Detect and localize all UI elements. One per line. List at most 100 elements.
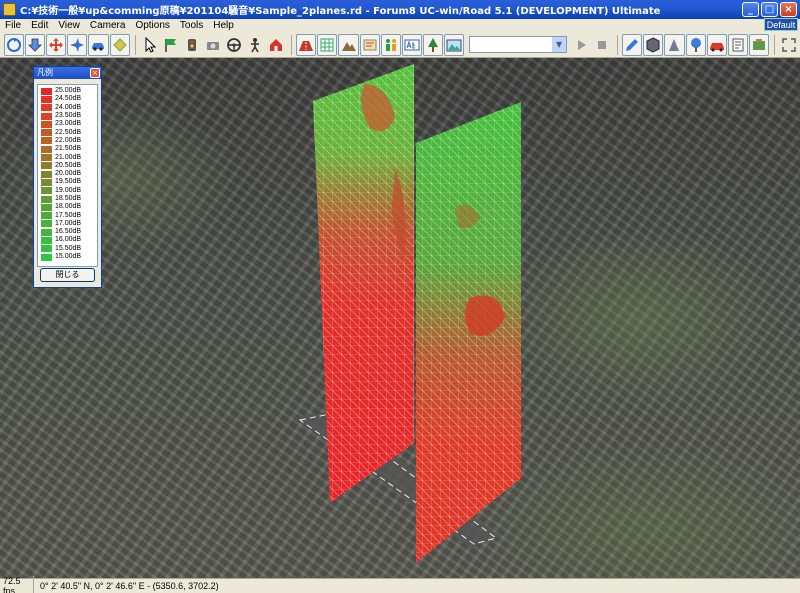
- menu-help[interactable]: Help: [208, 20, 239, 31]
- legend-row: 15.00dB: [41, 253, 97, 261]
- legend-row: 20.00dB: [41, 170, 97, 178]
- legend-row: 15.50dB: [41, 245, 97, 253]
- pan-button[interactable]: [46, 33, 67, 56]
- legend-label: 18.00dB: [55, 203, 82, 211]
- text-tool-button[interactable]: [401, 33, 422, 56]
- building-icon: [669, 38, 680, 51]
- chevron-down-icon[interactable]: ▼: [552, 37, 567, 52]
- legend-label: 21.00dB: [55, 153, 82, 161]
- view-shape-button[interactable]: [109, 33, 130, 56]
- menu-view[interactable]: View: [53, 20, 85, 31]
- menu-camera[interactable]: Camera: [85, 20, 131, 31]
- legend-swatch: [41, 212, 52, 220]
- pencil-icon: [626, 38, 639, 51]
- legend-label: 20.50dB: [55, 161, 82, 169]
- legend-row: 24.50dB: [41, 95, 97, 103]
- move-forward-button[interactable]: [25, 33, 46, 56]
- scenario-tool-button[interactable]: [359, 33, 380, 56]
- legend-label: 17.00dB: [55, 219, 82, 227]
- home-button[interactable]: [266, 34, 286, 56]
- plugin-icon: [752, 38, 765, 50]
- tree-tool-button[interactable]: [422, 33, 443, 56]
- close-button[interactable]: ×: [780, 2, 797, 17]
- legend-label: 23.00dB: [55, 120, 82, 128]
- legend-label: 24.00dB: [55, 103, 82, 111]
- menu-file[interactable]: File: [0, 20, 26, 31]
- app-icon[interactable]: [3, 3, 16, 16]
- plugin-tool-button[interactable]: [748, 33, 769, 56]
- legend-swatch: [41, 95, 52, 103]
- vehicle-icon: [709, 42, 724, 51]
- fly-mode-button[interactable]: [67, 33, 88, 56]
- maximize-button[interactable]: □: [761, 2, 778, 17]
- minimize-button[interactable]: _: [742, 2, 759, 17]
- legend-row: 21.00dB: [41, 153, 97, 162]
- legend-swatch: [41, 112, 52, 120]
- menu-tools[interactable]: Tools: [175, 20, 208, 31]
- legend-label: 21.50dB: [55, 145, 82, 153]
- menu-options[interactable]: Options: [130, 20, 174, 31]
- cube-view-button[interactable]: [643, 33, 664, 56]
- sign-icon: [690, 37, 701, 52]
- window-title: C:¥技術一般¥up&comming原稿¥201104騒音¥Sample_2pl…: [20, 6, 661, 17]
- road-icon: [299, 40, 314, 51]
- scene-canvas[interactable]: [0, 58, 800, 578]
- legend-label: 16.00dB: [55, 236, 82, 244]
- legend-close-icon[interactable]: ×: [90, 68, 100, 78]
- vehicle-tool-button[interactable]: [706, 33, 727, 56]
- legend-swatch: [41, 178, 52, 186]
- status-bar: 72.5 fps 0° 2' 40.5" N, 0° 2' 46.6" E - …: [0, 576, 800, 593]
- legend-swatch: [41, 129, 52, 137]
- legend-title-bar[interactable]: 凡例 ×: [34, 67, 101, 79]
- grid-tool-button[interactable]: [317, 33, 338, 56]
- legend-swatch: [41, 203, 52, 211]
- legend-close-button[interactable]: 閉じる: [40, 268, 95, 282]
- person-icon: [251, 37, 260, 52]
- toolbar-separator: [291, 34, 293, 55]
- sign-tool-button[interactable]: [685, 33, 706, 56]
- toolbar-separator: [773, 34, 775, 55]
- play-button[interactable]: [571, 34, 591, 56]
- people-tool-button[interactable]: [380, 33, 401, 56]
- image-icon: [446, 39, 462, 51]
- flag-icon: [164, 38, 176, 52]
- edit-tool-button[interactable]: [622, 33, 643, 56]
- 3d-viewport[interactable]: [0, 58, 800, 578]
- rotate-view-button[interactable]: [4, 33, 25, 56]
- signal-button[interactable]: [182, 34, 202, 56]
- signal-icon: [187, 38, 196, 51]
- stop-button[interactable]: [592, 34, 612, 56]
- camera-button[interactable]: [203, 34, 223, 56]
- document-tool-button[interactable]: [727, 33, 748, 56]
- steering-button[interactable]: [224, 34, 244, 56]
- fullscreen-icon: [782, 37, 796, 52]
- select-pointer-button[interactable]: [140, 34, 160, 56]
- shape-icon: [112, 37, 127, 52]
- toolbar-separator: [617, 34, 619, 55]
- legend-swatch: [41, 162, 52, 170]
- legend-swatch: [41, 170, 52, 178]
- car-drive-button[interactable]: [88, 33, 109, 56]
- terrain-tool-button[interactable]: [338, 33, 359, 56]
- cursor-icon: [145, 36, 156, 53]
- view-selector-dropdown[interactable]: ▼: [469, 36, 568, 53]
- legend-row: 18.50dB: [41, 195, 97, 203]
- stop-icon: [598, 40, 607, 49]
- legend-label: 16.50dB: [55, 228, 82, 236]
- legend-window[interactable]: 凡例 × 25.00dB 24.50dB 24.00dB 23.50dB 23.00dB…: [33, 66, 102, 288]
- default-layout-badge[interactable]: Default: [764, 18, 798, 31]
- legend-row: 20.50dB: [41, 162, 97, 170]
- road-tool-button[interactable]: [296, 33, 317, 56]
- legend-label: 18.50dB: [55, 195, 82, 202]
- menu-edit[interactable]: Edit: [26, 20, 53, 31]
- flag-button[interactable]: [161, 34, 181, 56]
- fullscreen-button[interactable]: [779, 34, 799, 56]
- walk-mode-button[interactable]: [245, 34, 265, 56]
- legend-label: 20.00dB: [55, 170, 82, 178]
- legend-label: 23.50dB: [55, 112, 82, 120]
- window-controls: _ □ ×: [742, 2, 797, 17]
- building-view-button[interactable]: [664, 33, 685, 56]
- image-tool-button[interactable]: [444, 33, 465, 56]
- legend-row: 16.50dB: [41, 228, 97, 236]
- terrain-icon: [341, 41, 356, 51]
